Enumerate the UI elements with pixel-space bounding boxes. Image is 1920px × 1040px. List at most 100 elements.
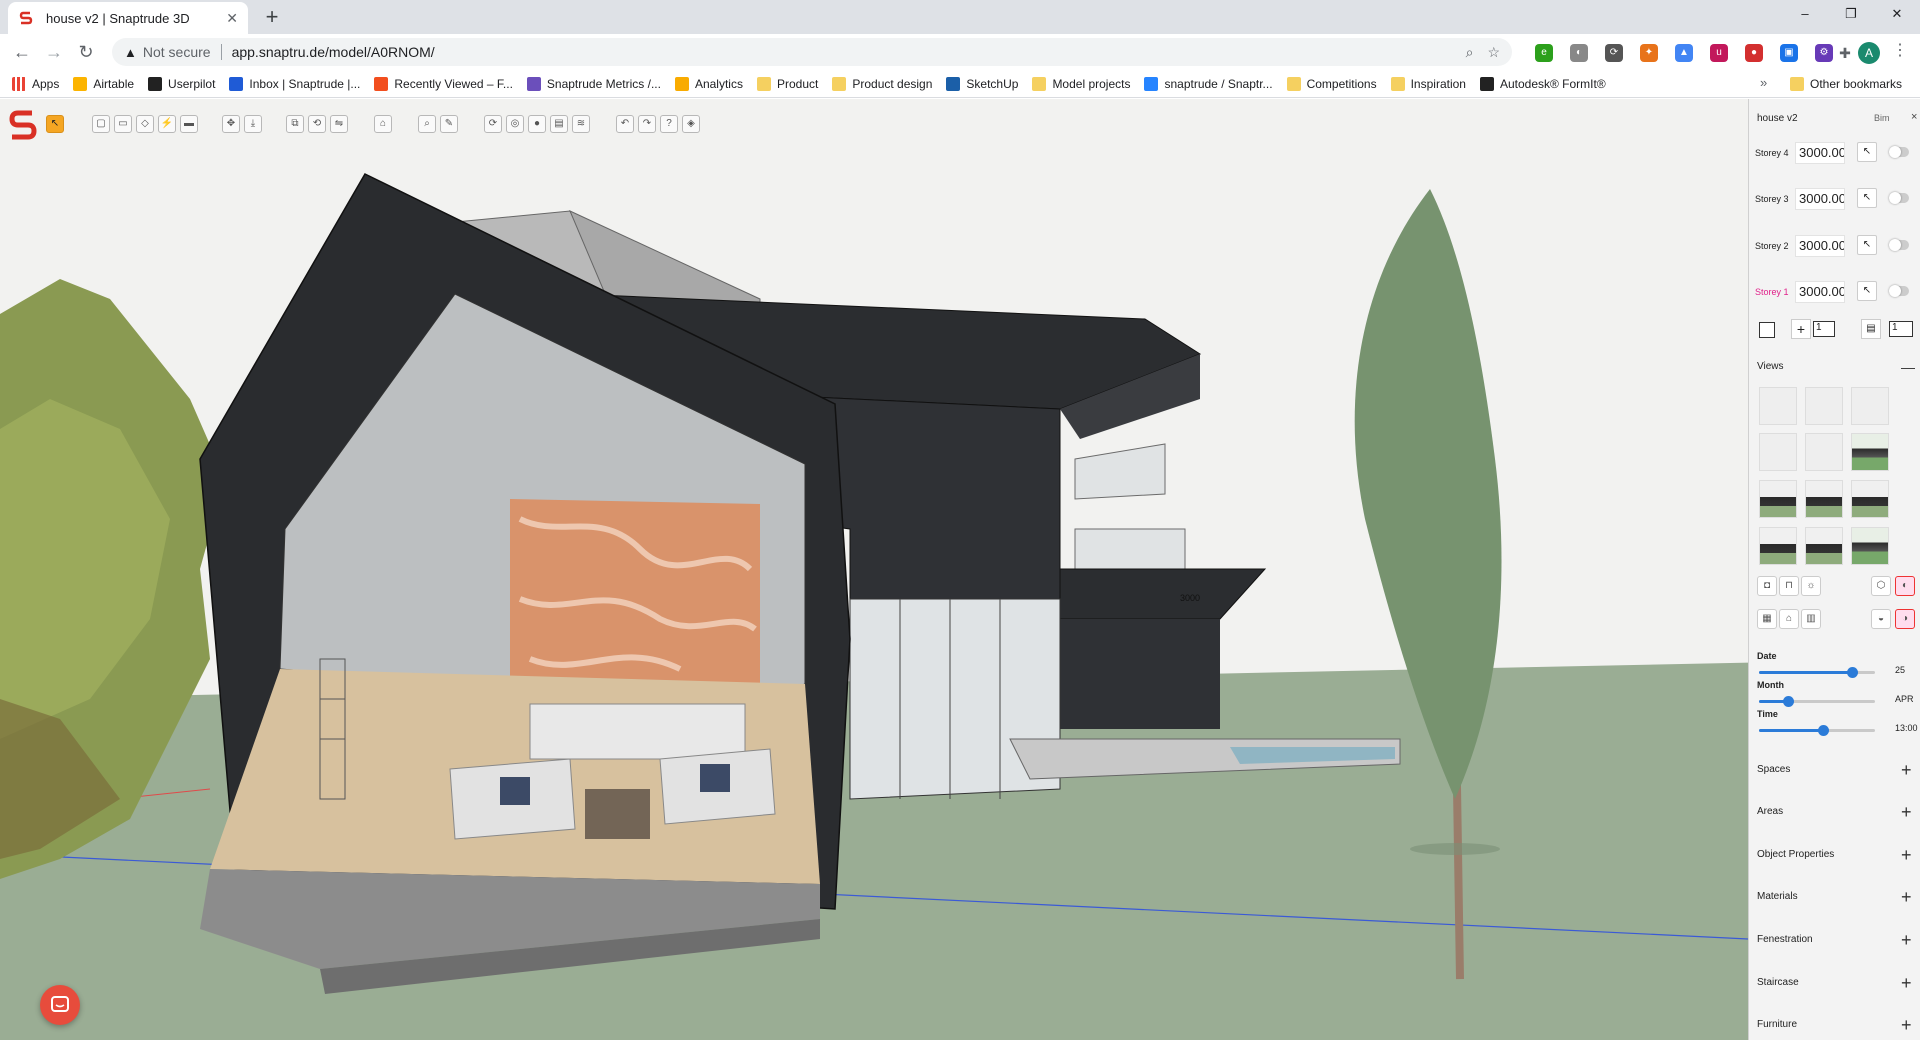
storey-label[interactable]: Storey 3 bbox=[1755, 194, 1789, 204]
back-arrow-icon[interactable]: ← bbox=[8, 38, 36, 66]
spaces-expand-plus-icon[interactable]: + bbox=[1901, 761, 1912, 779]
close-window-button[interactable]: ✕ bbox=[1874, 0, 1920, 30]
storey-visibility-toggle[interactable] bbox=[1889, 146, 1909, 158]
snaptrude-logo-icon[interactable] bbox=[8, 109, 38, 143]
time-slider[interactable] bbox=[1759, 725, 1875, 736]
view-thumbnail[interactable] bbox=[1851, 480, 1889, 518]
date-slider[interactable] bbox=[1759, 667, 1875, 678]
other-bookmarks[interactable]: Other bookmarks bbox=[1790, 70, 1902, 98]
panel-close-icon[interactable]: × bbox=[1911, 111, 1917, 123]
home-view-icon[interactable]: ⌂ bbox=[374, 115, 392, 133]
bookmark-apps[interactable]: Apps bbox=[12, 76, 59, 91]
extensions-puzzle-icon[interactable]: ✚ bbox=[1836, 44, 1854, 62]
hexagon-icon[interactable]: ⬡ bbox=[1871, 576, 1891, 596]
bookmark-model-projects[interactable]: Model projects bbox=[1032, 76, 1130, 91]
view-thumbnail[interactable] bbox=[1851, 387, 1889, 425]
add-storey-count-input[interactable]: 1 bbox=[1813, 321, 1835, 337]
u-extension-icon[interactable]: u bbox=[1710, 44, 1728, 62]
units-label[interactable]: Bim bbox=[1874, 113, 1890, 123]
view-thumbnail[interactable] bbox=[1851, 433, 1889, 471]
puzzle-extension-icon[interactable]: ✦ bbox=[1640, 44, 1658, 62]
materials-section[interactable]: Materials bbox=[1757, 891, 1798, 902]
room-tool-icon[interactable]: ◇ bbox=[136, 115, 154, 133]
privacy-extension-icon[interactable]: ◐ bbox=[1570, 44, 1588, 62]
camera-icon[interactable]: ◘ bbox=[1757, 576, 1777, 596]
storey-label[interactable]: Storey 1 bbox=[1755, 287, 1789, 297]
layers-tool-icon[interactable]: ≋ bbox=[572, 115, 590, 133]
add-storey-plus-icon[interactable]: + bbox=[1791, 319, 1811, 339]
bookmarks-overflow-icon[interactable]: » bbox=[1760, 75, 1767, 90]
hide-tool-icon[interactable]: ◎ bbox=[506, 115, 524, 133]
push-pull-tool-icon[interactable]: ⤓ bbox=[244, 115, 262, 133]
storey-pointer-icon[interactable]: ↖ bbox=[1857, 142, 1877, 162]
storey-visibility-toggle[interactable] bbox=[1889, 239, 1909, 251]
basement-count-input[interactable]: 1 bbox=[1889, 321, 1913, 337]
view-thumbnail[interactable] bbox=[1759, 433, 1797, 471]
settings-icon[interactable]: ◈ bbox=[682, 115, 700, 133]
zoom-magnifier-icon[interactable]: ⌕ bbox=[1466, 44, 1474, 61]
object-properties-expand-plus-icon[interactable]: + bbox=[1901, 846, 1912, 864]
date-slider-knob[interactable] bbox=[1846, 667, 1858, 678]
storey-height-input[interactable]: 3000.00 bbox=[1795, 235, 1845, 257]
section-tool-icon[interactable]: ▤ bbox=[550, 115, 568, 133]
address-bar[interactable]: ▲ Not secure app.snaptru.de/model/A0RNOM… bbox=[112, 38, 1512, 66]
storey-pointer-icon[interactable]: ↖ bbox=[1857, 281, 1877, 301]
profile-avatar[interactable]: A bbox=[1858, 42, 1880, 64]
split-tool-icon[interactable]: ⚡ bbox=[158, 115, 176, 133]
sync-extension-icon[interactable]: ⟳ bbox=[1605, 44, 1623, 62]
restore-button[interactable]: ❐ bbox=[1828, 0, 1874, 30]
intercom-chat-button[interactable] bbox=[40, 985, 80, 1025]
views-section-title[interactable]: Views bbox=[1757, 361, 1784, 372]
3d-viewport[interactable]: 3000 bbox=[0, 99, 1920, 1040]
storey-pointer-icon[interactable]: ↖ bbox=[1857, 188, 1877, 208]
sun-path-icon[interactable]: ☼ bbox=[1801, 576, 1821, 596]
storey-visibility-toggle[interactable] bbox=[1889, 192, 1909, 204]
undo-icon[interactable]: ↶ bbox=[616, 115, 634, 133]
new-tab-button[interactable]: + bbox=[258, 4, 286, 32]
rectangle-tool-icon[interactable]: ▭ bbox=[114, 115, 132, 133]
evernote-extension-icon[interactable]: e bbox=[1535, 44, 1553, 62]
storey-height-input[interactable]: 3000.00 bbox=[1795, 142, 1845, 164]
bookmark-inspiration[interactable]: Inspiration bbox=[1390, 76, 1466, 91]
bookmark-metrics[interactable]: Snaptrude Metrics /... bbox=[526, 76, 661, 91]
reload-icon[interactable]: ↻ bbox=[72, 38, 100, 66]
bookmark-formit[interactable]: Autodesk® FormIt® bbox=[1479, 76, 1606, 91]
basement-icon[interactable]: ▤ bbox=[1861, 319, 1881, 339]
staircase-section[interactable]: Staircase bbox=[1757, 977, 1799, 988]
bookmark-competitions[interactable]: Competitions bbox=[1286, 76, 1377, 91]
bookmark-analytics[interactable]: Analytics bbox=[674, 76, 743, 91]
drive-extension-icon[interactable]: ▲ bbox=[1675, 44, 1693, 62]
mirror-tool-icon[interactable]: ⇋ bbox=[330, 115, 348, 133]
staircase-expand-plus-icon[interactable]: + bbox=[1901, 974, 1912, 992]
browser-menu-icon[interactable]: ⋮ bbox=[1892, 40, 1908, 60]
video-extension-icon[interactable]: ▣ bbox=[1780, 44, 1798, 62]
bookmark-airtable[interactable]: Airtable bbox=[73, 76, 134, 91]
select-all-checkbox[interactable] bbox=[1759, 322, 1775, 338]
gear-extension-icon[interactable]: ⚙ bbox=[1815, 44, 1833, 62]
shadow-icon[interactable]: ◐ bbox=[1895, 576, 1915, 596]
view-thumbnail[interactable] bbox=[1805, 480, 1843, 518]
bookmark-star-icon[interactable]: ☆ bbox=[1487, 44, 1500, 61]
select-tool-icon[interactable]: ↖ bbox=[46, 115, 64, 133]
render-icon[interactable]: ◒ bbox=[1871, 609, 1891, 629]
bookmark-product[interactable]: Product bbox=[756, 76, 818, 91]
furniture-expand-plus-icon[interactable]: + bbox=[1901, 1016, 1912, 1034]
materials-expand-plus-icon[interactable]: + bbox=[1901, 888, 1912, 906]
material-view-icon[interactable]: ◑ bbox=[1895, 609, 1915, 629]
bookmark-product-design[interactable]: Product design bbox=[832, 76, 932, 91]
time-slider-knob[interactable] bbox=[1817, 725, 1829, 736]
copy-tool-icon[interactable]: ⧉ bbox=[286, 115, 304, 133]
redo-icon[interactable]: ↷ bbox=[638, 115, 656, 133]
help-icon[interactable]: ? bbox=[660, 115, 678, 133]
minimize-button[interactable]: – bbox=[1782, 0, 1828, 30]
view-thumbnail[interactable] bbox=[1759, 480, 1797, 518]
storey-height-input[interactable]: 3000.00 bbox=[1795, 188, 1845, 210]
object-properties-section[interactable]: Object Properties bbox=[1757, 849, 1834, 860]
bookmark-figma[interactable]: Recently Viewed – F... bbox=[374, 76, 513, 91]
storey-pointer-icon[interactable]: ↖ bbox=[1857, 235, 1877, 255]
areas-section[interactable]: Areas bbox=[1757, 806, 1783, 817]
browser-tab[interactable]: house v2 | Snaptrude 3D ✕ bbox=[8, 2, 248, 34]
record-extension-icon[interactable]: ● bbox=[1745, 44, 1763, 62]
fenestration-section[interactable]: Fenestration bbox=[1757, 934, 1813, 945]
storey-label[interactable]: Storey 4 bbox=[1755, 148, 1789, 158]
